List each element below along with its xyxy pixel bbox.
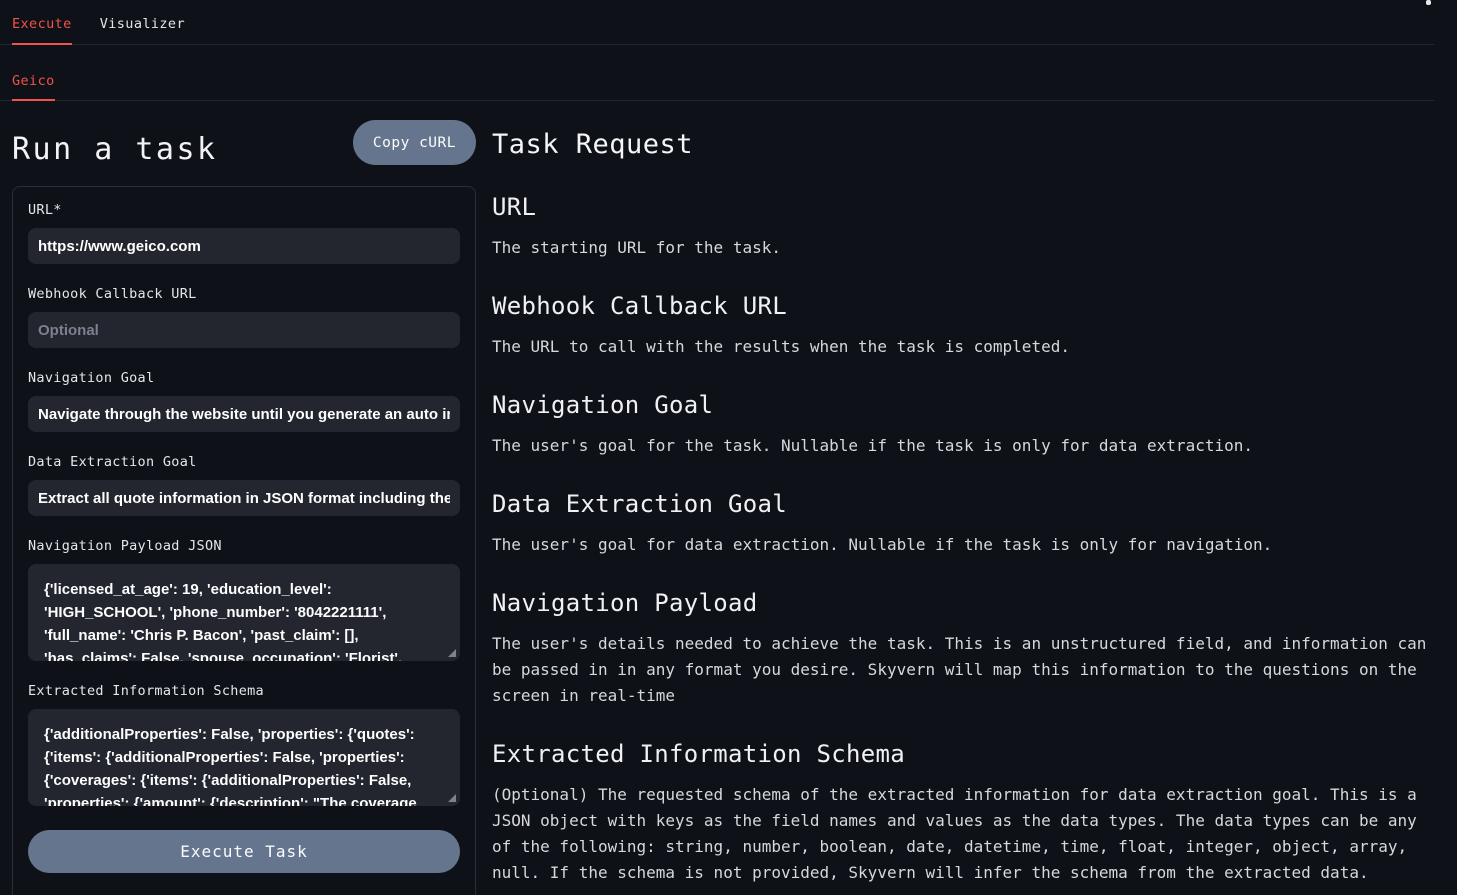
navigation-payload-json-wrap: {'licensed_at_age': 19, 'education_level…	[28, 564, 460, 661]
doc-heading: Extracted Information Schema	[492, 739, 1434, 769]
doc-body: The user's goal for the task. Nullable i…	[492, 433, 1432, 459]
data-extraction-goal-input[interactable]	[28, 480, 460, 516]
doc-body: The user's goal for data extraction. Nul…	[492, 532, 1432, 558]
task-form-card: URL* Webhook Callback URL Navigation Goa…	[12, 186, 476, 895]
tab-execute[interactable]: Execute	[12, 0, 72, 44]
doc-heading: Navigation Goal	[492, 390, 1434, 420]
url-label: URL*	[28, 202, 460, 218]
navigation-payload-json-label: Navigation Payload JSON	[28, 538, 460, 554]
field-webhook-callback-url: Webhook Callback URL	[28, 286, 460, 348]
field-extracted-information-schema: Extracted Information Schema {'additiona…	[28, 683, 460, 806]
doc-body: The user's details needed to achieve the…	[492, 631, 1432, 709]
doc-heading: Data Extraction Goal	[492, 489, 1434, 519]
doc-section-data-extraction-goal: Data Extraction Goal The user's goal for…	[492, 489, 1434, 558]
tab-geico[interactable]: Geico	[12, 45, 55, 100]
main-tab-bar: Execute Visualizer	[0, 0, 1434, 45]
navigation-goal-label: Navigation Goal	[28, 370, 460, 386]
doc-body: (Optional) The requested schema of the e…	[492, 782, 1432, 886]
field-navigation-payload-json: Navigation Payload JSON {'licensed_at_ag…	[28, 538, 460, 661]
task-form-panel: Run a task Copy cURL URL* Webhook Callba…	[12, 120, 476, 895]
doc-section-extracted-information-schema: Extracted Information Schema (Optional) …	[492, 739, 1434, 886]
resize-handle-icon[interactable]	[448, 649, 456, 657]
navigation-goal-input[interactable]	[28, 396, 460, 432]
extracted-information-schema-textarea[interactable]: {'additionalProperties': False, 'propert…	[28, 709, 460, 806]
extracted-information-schema-label: Extracted Information Schema	[28, 683, 460, 699]
resize-handle-icon[interactable]	[448, 794, 456, 802]
main-content: Run a task Copy cURL URL* Webhook Callba…	[0, 101, 1434, 895]
scrollbar-thumb[interactable]	[1426, 0, 1431, 5]
field-url: URL*	[28, 202, 460, 264]
navigation-payload-json-textarea[interactable]: {'licensed_at_age': 19, 'education_level…	[28, 564, 460, 661]
doc-body: The starting URL for the task.	[492, 235, 1432, 261]
docs-title: Task Request	[492, 128, 1434, 162]
doc-heading: Navigation Payload	[492, 588, 1434, 618]
doc-section-navigation-payload: Navigation Payload The user's details ne…	[492, 588, 1434, 709]
page-title: Run a task	[12, 120, 218, 167]
doc-section-webhook-callback-url: Webhook Callback URL The URL to call wit…	[492, 291, 1434, 360]
doc-body: The URL to call with the results when th…	[492, 334, 1432, 360]
copy-curl-button[interactable]: Copy cURL	[353, 120, 476, 165]
doc-section-url: URL The starting URL for the task.	[492, 192, 1434, 261]
webhook-callback-url-label: Webhook Callback URL	[28, 286, 460, 302]
app: Execute Visualizer Geico Run a task Copy…	[0, 0, 1434, 895]
url-input[interactable]	[28, 228, 460, 264]
field-navigation-goal: Navigation Goal	[28, 370, 460, 432]
task-request-docs-panel: Task Request URL The starting URL for th…	[492, 120, 1434, 886]
webhook-callback-url-input[interactable]	[28, 312, 460, 348]
execute-task-button[interactable]: Execute Task	[28, 830, 460, 873]
doc-heading: URL	[492, 192, 1434, 222]
field-data-extraction-goal: Data Extraction Goal	[28, 454, 460, 516]
tab-visualizer[interactable]: Visualizer	[100, 0, 185, 44]
doc-section-navigation-goal: Navigation Goal The user's goal for the …	[492, 390, 1434, 459]
page-tab-bar: Geico	[0, 45, 1434, 101]
form-header: Run a task Copy cURL	[12, 120, 476, 167]
data-extraction-goal-label: Data Extraction Goal	[28, 454, 460, 470]
doc-heading: Webhook Callback URL	[492, 291, 1434, 321]
extracted-information-schema-wrap: {'additionalProperties': False, 'propert…	[28, 709, 460, 806]
